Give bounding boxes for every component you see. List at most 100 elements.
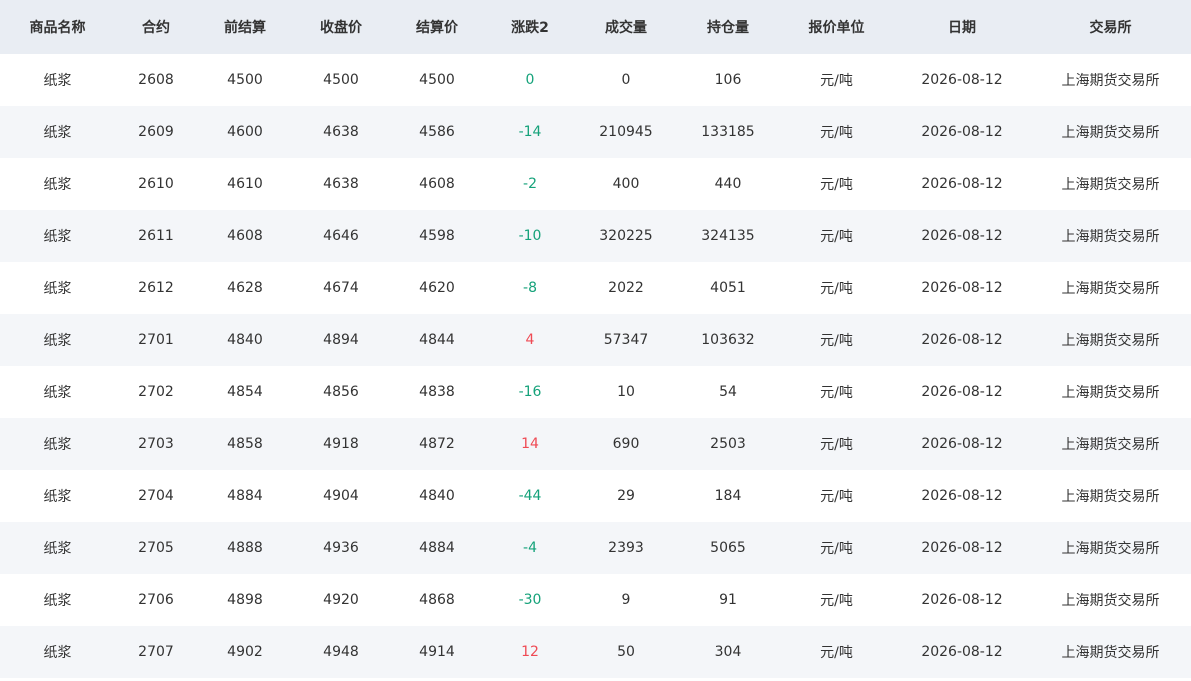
cell-close: 4638: [323, 176, 359, 192]
cell-unit: 元/吨: [820, 541, 853, 557]
table-row[interactable]: 纸浆 2707 4902 4948 4914 12 50 304 元/吨 2026-08-12 上海…: [0, 626, 1191, 678]
cell-product: 纸浆: [43, 177, 72, 193]
cell-contract: 2609: [138, 124, 174, 140]
cell-product: 纸浆: [43, 489, 72, 505]
cell-date: 2026-08-12: [921, 176, 1003, 192]
cell-unit: 元/吨: [820, 333, 853, 349]
table-body: 纸浆 2608 4500 4500 4500 0 0 106 元/吨 2026-08-12 上海期货…: [0, 54, 1191, 678]
cell-exchange: 上海期货交易所: [1061, 385, 1160, 401]
col-header-open-interest[interactable]: 持仓量: [677, 0, 779, 54]
cell-volume: 9: [621, 592, 631, 608]
cell-contract: 2707: [138, 644, 174, 660]
cell-contract: 2612: [138, 280, 174, 296]
cell-date: 2026-08-12: [921, 436, 1003, 452]
cell-open-interest: 324135: [701, 228, 755, 244]
table-row[interactable]: 纸浆 2701 4840 4894 4844 4 57347 103632 元/吨 2026-08…: [0, 314, 1191, 366]
cell-date: 2026-08-12: [921, 124, 1003, 140]
cell-unit: 元/吨: [820, 593, 853, 609]
cell-prev-settle: 4500: [227, 72, 263, 88]
cell-product: 纸浆: [43, 437, 72, 453]
cell-product: 纸浆: [43, 73, 72, 89]
cell-exchange: 上海期货交易所: [1061, 125, 1160, 141]
cell-volume: 2393: [608, 540, 644, 556]
cell-change: -4: [523, 540, 537, 556]
cell-close: 4674: [323, 280, 359, 296]
cell-open-interest: 4051: [710, 280, 746, 296]
col-header-exchange[interactable]: 交易所: [1030, 0, 1191, 54]
col-header-volume[interactable]: 成交量: [575, 0, 677, 54]
cell-exchange: 上海期货交易所: [1061, 645, 1160, 661]
header-row: 商品名称 合约 前结算 收盘价 结算价 涨跌2 成交量 持仓量 报价单位 日期 …: [0, 0, 1191, 54]
cell-open-interest: 91: [719, 592, 737, 608]
cell-prev-settle: 4600: [227, 124, 263, 140]
cell-settle: 4844: [419, 332, 455, 348]
cell-unit: 元/吨: [820, 385, 853, 401]
table-row[interactable]: 纸浆 2612 4628 4674 4620 -8 2022 4051 元/吨 2026-08-1…: [0, 262, 1191, 314]
cell-product: 纸浆: [43, 385, 72, 401]
cell-close: 4856: [323, 384, 359, 400]
cell-settle: 4598: [419, 228, 455, 244]
cell-volume: 10: [617, 384, 635, 400]
cell-prev-settle: 4608: [227, 228, 263, 244]
cell-volume: 320225: [599, 228, 653, 244]
cell-close: 4500: [323, 72, 359, 88]
cell-exchange: 上海期货交易所: [1061, 437, 1160, 453]
cell-product: 纸浆: [43, 125, 72, 141]
cell-exchange: 上海期货交易所: [1061, 593, 1160, 609]
cell-settle: 4838: [419, 384, 455, 400]
cell-volume: 0: [621, 72, 631, 88]
table-row[interactable]: 纸浆 2705 4888 4936 4884 -4 2393 5065 元/吨 2026-08-1…: [0, 522, 1191, 574]
cell-settle: 4884: [419, 540, 455, 556]
cell-change: -2: [523, 176, 537, 192]
cell-change: 0: [525, 72, 535, 88]
col-header-settle[interactable]: 结算价: [389, 0, 485, 54]
cell-open-interest: 184: [714, 488, 742, 504]
cell-exchange: 上海期货交易所: [1061, 489, 1160, 505]
cell-settle: 4586: [419, 124, 455, 140]
cell-exchange: 上海期货交易所: [1061, 229, 1160, 245]
col-header-product[interactable]: 商品名称: [0, 0, 115, 54]
cell-contract: 2608: [138, 72, 174, 88]
cell-change: -30: [518, 592, 542, 608]
table-row[interactable]: 纸浆 2608 4500 4500 4500 0 0 106 元/吨 2026-08-12 上海期货…: [0, 54, 1191, 106]
col-header-change[interactable]: 涨跌2: [485, 0, 575, 54]
col-header-close[interactable]: 收盘价: [293, 0, 389, 54]
cell-prev-settle: 4610: [227, 176, 263, 192]
table-row[interactable]: 纸浆 2706 4898 4920 4868 -30 9 91 元/吨 2026-08-12 上海期…: [0, 574, 1191, 626]
cell-close: 4646: [323, 228, 359, 244]
table-row[interactable]: 纸浆 2609 4600 4638 4586 -14 210945 133185 元/吨 2026…: [0, 106, 1191, 158]
col-header-contract[interactable]: 合约: [115, 0, 197, 54]
table-row[interactable]: 纸浆 2702 4854 4856 4838 -16 10 54 元/吨 2026-08-12 上海…: [0, 366, 1191, 418]
cell-contract: 2611: [138, 228, 174, 244]
col-header-prev-settle[interactable]: 前结算: [197, 0, 293, 54]
cell-unit: 元/吨: [820, 73, 853, 89]
cell-product: 纸浆: [43, 593, 72, 609]
cell-prev-settle: 4884: [227, 488, 263, 504]
cell-open-interest: 133185: [701, 124, 755, 140]
cell-settle: 4872: [419, 436, 455, 452]
col-header-unit[interactable]: 报价单位: [779, 0, 894, 54]
cell-date: 2026-08-12: [921, 72, 1003, 88]
cell-prev-settle: 4628: [227, 280, 263, 296]
col-header-date[interactable]: 日期: [894, 0, 1030, 54]
cell-open-interest: 106: [714, 72, 742, 88]
table-row[interactable]: 纸浆 2610 4610 4638 4608 -2 400 440 元/吨 2026-08-12 上…: [0, 158, 1191, 210]
cell-change: -10: [518, 228, 542, 244]
table-row[interactable]: 纸浆 2704 4884 4904 4840 -44 29 184 元/吨 2026-08-12 上…: [0, 470, 1191, 522]
table-row[interactable]: 纸浆 2611 4608 4646 4598 -10 320225 324135 元/吨 2026…: [0, 210, 1191, 262]
futures-quote-table: 商品名称 合约 前结算 收盘价 结算价 涨跌2 成交量 持仓量 报价单位 日期 …: [0, 0, 1191, 678]
table-row[interactable]: 纸浆 2703 4858 4918 4872 14 690 2503 元/吨 2026-08-12…: [0, 418, 1191, 470]
cell-contract: 2701: [138, 332, 174, 348]
cell-contract: 2704: [138, 488, 174, 504]
cell-change: -14: [518, 124, 542, 140]
cell-product: 纸浆: [43, 541, 72, 557]
cell-product: 纸浆: [43, 229, 72, 245]
cell-volume: 50: [617, 644, 635, 660]
cell-settle: 4608: [419, 176, 455, 192]
cell-volume: 210945: [599, 124, 653, 140]
cell-close: 4936: [323, 540, 359, 556]
cell-volume: 2022: [608, 280, 644, 296]
cell-close: 4948: [323, 644, 359, 660]
cell-prev-settle: 4858: [227, 436, 263, 452]
cell-date: 2026-08-12: [921, 644, 1003, 660]
